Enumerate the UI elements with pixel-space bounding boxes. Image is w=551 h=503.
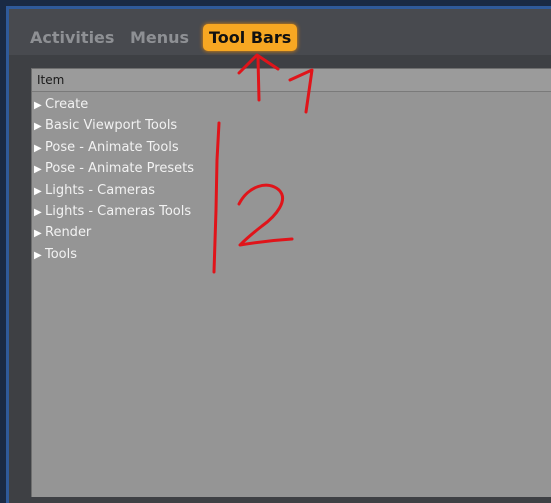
annotation-number-2 [237,183,294,247]
handwritten-annotations [212,53,314,274]
annotation-bracket-line [212,121,221,274]
annotation-arrow-icon [237,53,280,102]
annotation-number-1 [288,68,314,114]
